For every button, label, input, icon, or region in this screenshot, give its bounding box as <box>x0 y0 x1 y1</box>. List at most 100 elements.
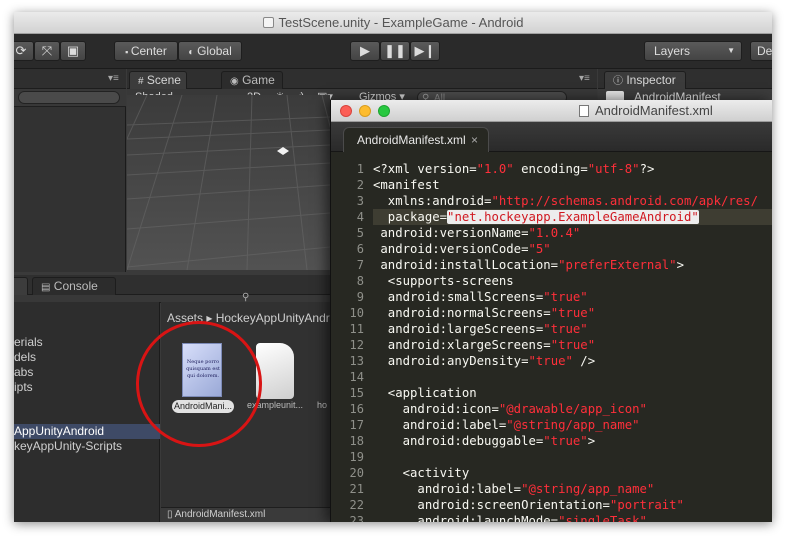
tree-item-label: keyAppUnity-Scripts <box>14 439 123 453</box>
code-token: android:icon= <box>373 402 499 416</box>
tree-item-label: AppUnityAndroid <box>14 424 105 438</box>
editor-tab-label: AndroidManifest.xml <box>357 133 466 147</box>
code-token: <application <box>373 386 477 400</box>
minimize-window-button[interactable] <box>359 105 371 117</box>
string-literal: "preferExternal" <box>558 258 677 272</box>
code-token: > <box>676 258 684 272</box>
close-tab-icon[interactable]: × <box>471 128 478 152</box>
tree-item-label: dels <box>14 350 37 364</box>
code-token: android:label= <box>373 418 507 432</box>
scene-object-marker <box>277 147 289 155</box>
tree-item-selected[interactable]: AppUnityAndroid <box>14 424 160 439</box>
tab-game-label: Game <box>242 73 275 87</box>
dropdown-arrow-icon: ▼ <box>727 46 735 55</box>
string-literal: "utf-8" <box>587 162 640 176</box>
line-number: 9 <box>356 290 364 304</box>
line-number: 11 <box>349 322 364 336</box>
asset-thumbnail-file[interactable] <box>256 343 294 399</box>
tree-item[interactable]: keyAppUnity-Scripts <box>14 439 160 454</box>
line-number: 21 <box>349 482 364 496</box>
tab-console-label: Console <box>53 279 98 293</box>
code-area[interactable]: <?xml version="1.0" encoding="utf-8"?> <m… <box>373 156 772 522</box>
rotate-icon: ⟳ <box>15 43 27 58</box>
scene-panel-menu-icon[interactable]: ▾≡ <box>579 73 590 84</box>
editor-tabbar: AndroidManifest.xml × <box>331 122 772 152</box>
string-literal: "1.0" <box>476 162 514 176</box>
tab-inspector-label: Inspector <box>626 73 676 87</box>
line-number: 18 <box>349 434 364 448</box>
line-number: 15 <box>349 386 364 400</box>
editor-file-tab[interactable]: AndroidManifest.xml × <box>343 127 489 152</box>
pivot-center-button[interactable]: ▪ Center <box>114 41 178 61</box>
panel-menu-icon[interactable]: ▾≡ <box>108 73 119 84</box>
step-button[interactable]: ▶❙ <box>410 41 440 61</box>
code-token: android:anyDensity= <box>373 354 529 368</box>
scene-tab-icon: # <box>138 76 144 87</box>
hierarchy-search-input[interactable] <box>18 91 120 104</box>
asset-label[interactable]: ho <box>317 400 327 410</box>
zoom-window-button[interactable] <box>378 105 390 117</box>
tab-game[interactable]: ◉ Game <box>221 71 283 89</box>
close-window-button[interactable] <box>340 105 352 117</box>
project-tabbar: ▤ Console <box>14 275 331 295</box>
string-literal: "1.0.4" <box>528 226 581 240</box>
layers-dropdown[interactable]: Layers ▼ <box>644 41 742 61</box>
hierarchy-tabbar: ▾≡ <box>14 69 126 89</box>
tab-inspector[interactable]: ⓘ Inspector <box>604 71 686 89</box>
line-number: 1 <box>356 162 364 176</box>
code-token: android:versionName= <box>373 226 529 240</box>
project-folder-tree: erials dels abs ipts AppUnityAndroid key… <box>14 302 160 522</box>
line-number: 16 <box>349 402 364 416</box>
code-line: android:icon="@drawable/app_icon" <box>373 401 647 417</box>
string-literal: "true" <box>543 434 588 448</box>
string-literal: "5" <box>528 242 551 256</box>
code-token: android:largeScreens= <box>373 322 544 336</box>
string-literal: "@drawable/app_icon" <box>498 402 647 416</box>
string-literal: "@string/app_name" <box>521 482 655 496</box>
tree-item[interactable]: erials <box>14 335 160 350</box>
global-label: Global <box>197 44 232 58</box>
code-token: android:smallScreens= <box>373 290 544 304</box>
pivot-global-button[interactable]: ◐ Global <box>178 41 242 61</box>
layers-label: Layers <box>654 44 691 58</box>
code-token: android:xlargeScreens= <box>373 338 551 352</box>
code-token: android:label= <box>373 482 522 496</box>
code-line: <application <box>373 385 477 401</box>
line-number: 22 <box>349 498 364 512</box>
tree-item[interactable]: dels <box>14 350 160 365</box>
code-line: <manifest <box>373 177 440 193</box>
scene-grid <box>127 95 330 270</box>
unity-toolbar: ⟳ ⤧ ▣ ▪ Center ◐ Global ▶ ❚❚ ▶❙ Layers ▼ … <box>14 34 772 69</box>
line-number: 4 <box>356 210 364 224</box>
code-token: android:installLocation= <box>373 258 559 272</box>
tab-project[interactable] <box>14 277 28 295</box>
line-number: 17 <box>349 418 364 432</box>
string-literal: "true" <box>550 306 596 320</box>
window-title: TestScene.unity - ExampleGame - Android <box>278 15 524 30</box>
annotation-circle <box>136 321 262 447</box>
code-token: <activity <box>373 466 470 480</box>
rotate-tool-button[interactable]: ⟳ <box>14 41 34 61</box>
code-line: android:versionName="1.0.4" <box>373 225 580 241</box>
code-line: android:versionCode="5" <box>373 241 551 257</box>
tree-item-label: abs <box>14 365 34 379</box>
scale-tool-button[interactable]: ⤧ <box>34 41 60 61</box>
pause-button[interactable]: ❚❚ <box>380 41 410 61</box>
code-token: android:debuggable= <box>373 434 544 448</box>
tree-item-label: ipts <box>14 380 33 394</box>
layout-label: De <box>757 44 772 58</box>
string-literal: "true" <box>528 354 573 368</box>
rect-tool-button[interactable]: ▣ <box>60 41 86 61</box>
code-line: android:label="@string/app_name" <box>373 417 640 433</box>
string-literal: "http://schemas.android.com/apk/res/ <box>491 194 758 208</box>
hierarchy-list <box>14 107 126 272</box>
line-number: 8 <box>356 274 364 288</box>
layout-dropdown[interactable]: De <box>750 41 772 61</box>
code-line: android:normalScreens="true" <box>373 305 595 321</box>
scene-view[interactable] <box>127 95 330 270</box>
tab-scene[interactable]: # Scene <box>129 71 187 89</box>
line-number: 20 <box>349 466 364 480</box>
code-line: android:smallScreens="true" <box>373 289 588 305</box>
play-button[interactable]: ▶ <box>350 41 380 61</box>
tab-console[interactable]: ▤ Console <box>32 277 116 295</box>
